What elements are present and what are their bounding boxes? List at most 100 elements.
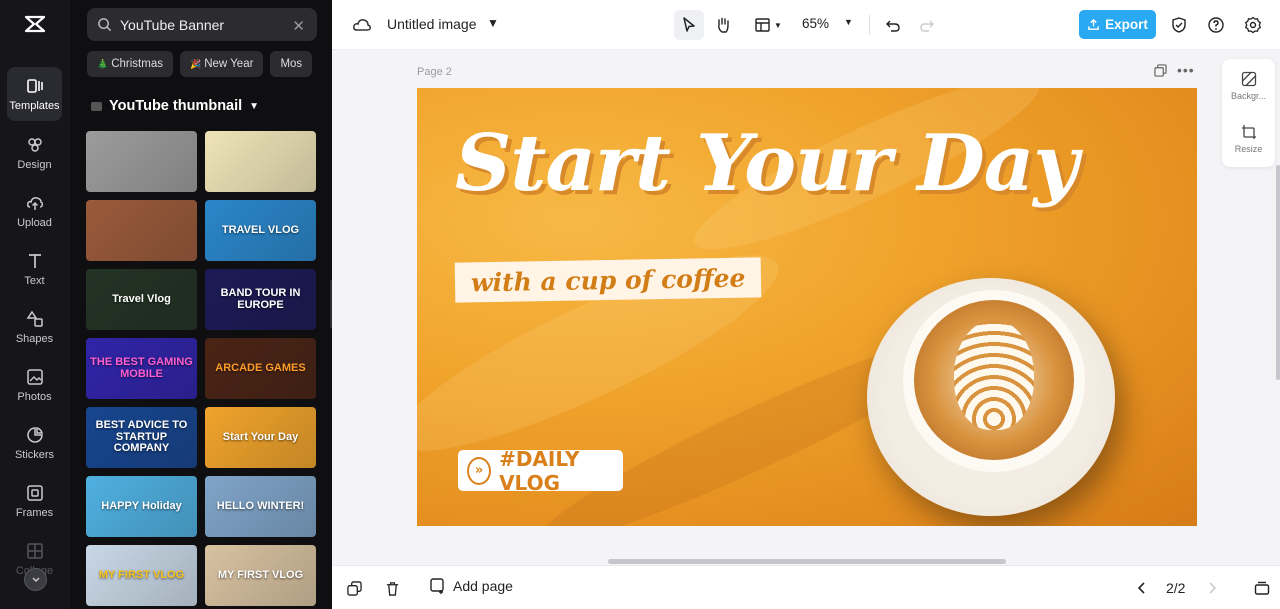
cloud-sync-icon[interactable] bbox=[352, 15, 372, 35]
background-tool-button[interactable]: Backgr... bbox=[1222, 71, 1275, 101]
fast-forward-icon: » bbox=[467, 456, 492, 485]
export-button[interactable]: Export bbox=[1079, 10, 1156, 39]
resize-tool-button[interactable]: Resize bbox=[1222, 124, 1275, 154]
rail-item-label: Design bbox=[17, 158, 52, 171]
rail-item-frames[interactable]: Frames bbox=[7, 474, 62, 528]
add-page-icon bbox=[430, 578, 444, 594]
add-page-button[interactable]: Add page bbox=[430, 578, 513, 594]
next-page-button[interactable] bbox=[1202, 578, 1222, 598]
rail-item-label: Templates bbox=[9, 99, 60, 112]
select-tool-button[interactable] bbox=[674, 10, 704, 40]
background-icon bbox=[1241, 71, 1256, 87]
headline-text[interactable]: Start Your Day bbox=[455, 118, 1079, 209]
resize-label: Resize bbox=[1234, 144, 1263, 154]
category-dropdown[interactable]: YouTube thumbnail ▼ bbox=[91, 98, 259, 114]
chevron-down-icon: ▼ bbox=[774, 20, 782, 30]
daily-vlog-badge[interactable]: » #DAILY VLOG bbox=[458, 447, 623, 495]
gear-icon bbox=[1244, 16, 1262, 34]
template-thumbnail[interactable]: HAPPY Holiday bbox=[86, 476, 197, 537]
thumbnail-title: Start Your Day bbox=[222, 430, 299, 443]
layout-menu-button[interactable]: ▼ bbox=[748, 10, 788, 40]
capcut-logo-icon[interactable] bbox=[23, 12, 47, 36]
rail-item-shapes[interactable]: Shapes bbox=[7, 300, 62, 354]
clear-search-icon[interactable]: ✕ bbox=[292, 17, 305, 35]
duplicate-icon bbox=[346, 580, 362, 596]
design-artboard[interactable]: Start Your Day with a cup of coffee » #D… bbox=[417, 88, 1197, 526]
subtitle-text[interactable]: with a cup of coffee bbox=[454, 257, 762, 303]
filter-chip[interactable]: 🎄 Christmas bbox=[87, 51, 173, 77]
template-thumbnail[interactable] bbox=[86, 200, 197, 261]
rail-item-photos[interactable]: Photos bbox=[7, 358, 62, 412]
template-thumbnail[interactable] bbox=[86, 131, 197, 192]
pages-panel-button[interactable] bbox=[1252, 578, 1272, 598]
help-button[interactable] bbox=[1201, 10, 1231, 40]
redo-button[interactable] bbox=[912, 10, 942, 40]
chevron-down-icon: ▼ bbox=[249, 100, 260, 112]
export-label: Export bbox=[1105, 17, 1148, 32]
rail-item-templates[interactable]: Templates bbox=[7, 67, 62, 121]
canvas-area[interactable]: Page 2 ••• Start Your Day with a cup of … bbox=[332, 50, 1222, 565]
hand-tool-button[interactable] bbox=[708, 10, 738, 40]
search-input[interactable] bbox=[120, 16, 290, 33]
filter-chips: 🎄 Christmas 🎉 New Year Mos bbox=[87, 51, 313, 77]
chip-label: Mos bbox=[280, 58, 303, 70]
settings-button[interactable] bbox=[1238, 10, 1268, 40]
youtube-icon bbox=[91, 101, 102, 111]
document-title[interactable]: Untitled image bbox=[387, 16, 477, 32]
chevron-down-icon bbox=[31, 576, 40, 582]
rail-item-label: Shapes bbox=[15, 332, 54, 345]
rail-item-label: Upload bbox=[17, 216, 52, 229]
duplicate-button[interactable] bbox=[344, 578, 364, 598]
template-thumbnail[interactable]: ARCADE GAMES bbox=[205, 338, 316, 399]
toolbar-divider bbox=[869, 15, 870, 35]
thumbnail-title: BEST ADVICE TO STARTUP COMPANY bbox=[95, 419, 188, 455]
duplicate-page-icon[interactable] bbox=[1154, 63, 1167, 77]
horizontal-scrollbar[interactable] bbox=[608, 559, 1006, 564]
template-thumbnail[interactable]: Start Your Day bbox=[205, 407, 316, 468]
hand-icon bbox=[718, 17, 729, 33]
thumbnail-title: BAND TOUR IN EUROPE bbox=[220, 286, 301, 311]
undo-icon bbox=[886, 20, 900, 32]
expand-menu-button[interactable] bbox=[24, 568, 47, 591]
rail-item-upload[interactable]: Upload bbox=[7, 184, 62, 238]
template-thumbnail[interactable]: TRAVEL VLOG bbox=[205, 200, 316, 261]
search-icon bbox=[98, 18, 112, 32]
rail-item-label: Frames bbox=[15, 506, 54, 519]
chip-label: New Year bbox=[204, 58, 254, 70]
resize-icon bbox=[1241, 125, 1256, 139]
vertical-scrollbar[interactable] bbox=[1276, 165, 1280, 380]
template-thumbnail[interactable]: BAND TOUR IN EUROPE bbox=[205, 269, 316, 330]
template-grid: TRAVEL VLOG Travel Vlog BAND TOUR IN EUROP… bbox=[86, 131, 316, 606]
rail-item-stickers[interactable]: Stickers bbox=[7, 416, 62, 470]
latte-heart bbox=[954, 320, 1034, 430]
template-thumbnail[interactable]: HELLO WINTER! bbox=[205, 476, 316, 537]
delete-button[interactable] bbox=[382, 578, 402, 598]
shield-button[interactable] bbox=[1164, 10, 1194, 40]
rail-item-text[interactable]: Text bbox=[7, 242, 62, 296]
rail-item-label: Photos bbox=[17, 390, 52, 403]
rail-item-design[interactable]: Design bbox=[7, 126, 62, 180]
thumbnail-title: Travel Vlog bbox=[112, 292, 171, 305]
more-options-icon[interactable]: ••• bbox=[1177, 62, 1195, 78]
redo-icon bbox=[920, 20, 934, 32]
template-thumbnail[interactable]: THE BEST GAMING MOBILE bbox=[86, 338, 197, 399]
template-thumbnail[interactable]: MY FIRST VLOG bbox=[205, 545, 316, 606]
zoom-level[interactable]: 65% bbox=[802, 16, 829, 31]
title-menu-chevron-icon[interactable]: ▼ bbox=[487, 16, 499, 30]
layout-icon bbox=[755, 18, 770, 32]
template-thumbnail[interactable]: MY FIRST VLOG bbox=[86, 545, 197, 606]
bottom-bar: Add page 2/2 bbox=[332, 565, 1280, 609]
upload-icon bbox=[26, 196, 43, 210]
previous-page-button[interactable] bbox=[1132, 578, 1152, 598]
template-thumbnail[interactable]: Travel Vlog bbox=[86, 269, 197, 330]
thumbnail-title: MY FIRST VLOG bbox=[217, 568, 304, 581]
template-thumbnail[interactable]: BEST ADVICE TO STARTUP COMPANY bbox=[86, 407, 197, 468]
template-thumbnail[interactable] bbox=[205, 131, 316, 192]
undo-button[interactable] bbox=[878, 10, 908, 40]
filter-chip[interactable]: 🎉 New Year bbox=[179, 51, 264, 77]
shield-icon bbox=[1172, 17, 1186, 33]
filter-chip[interactable]: Mos bbox=[270, 51, 313, 77]
pages-icon bbox=[1254, 581, 1270, 595]
zoom-chevron-icon[interactable]: ▼ bbox=[844, 17, 853, 27]
page-label: Page 2 bbox=[417, 66, 452, 78]
